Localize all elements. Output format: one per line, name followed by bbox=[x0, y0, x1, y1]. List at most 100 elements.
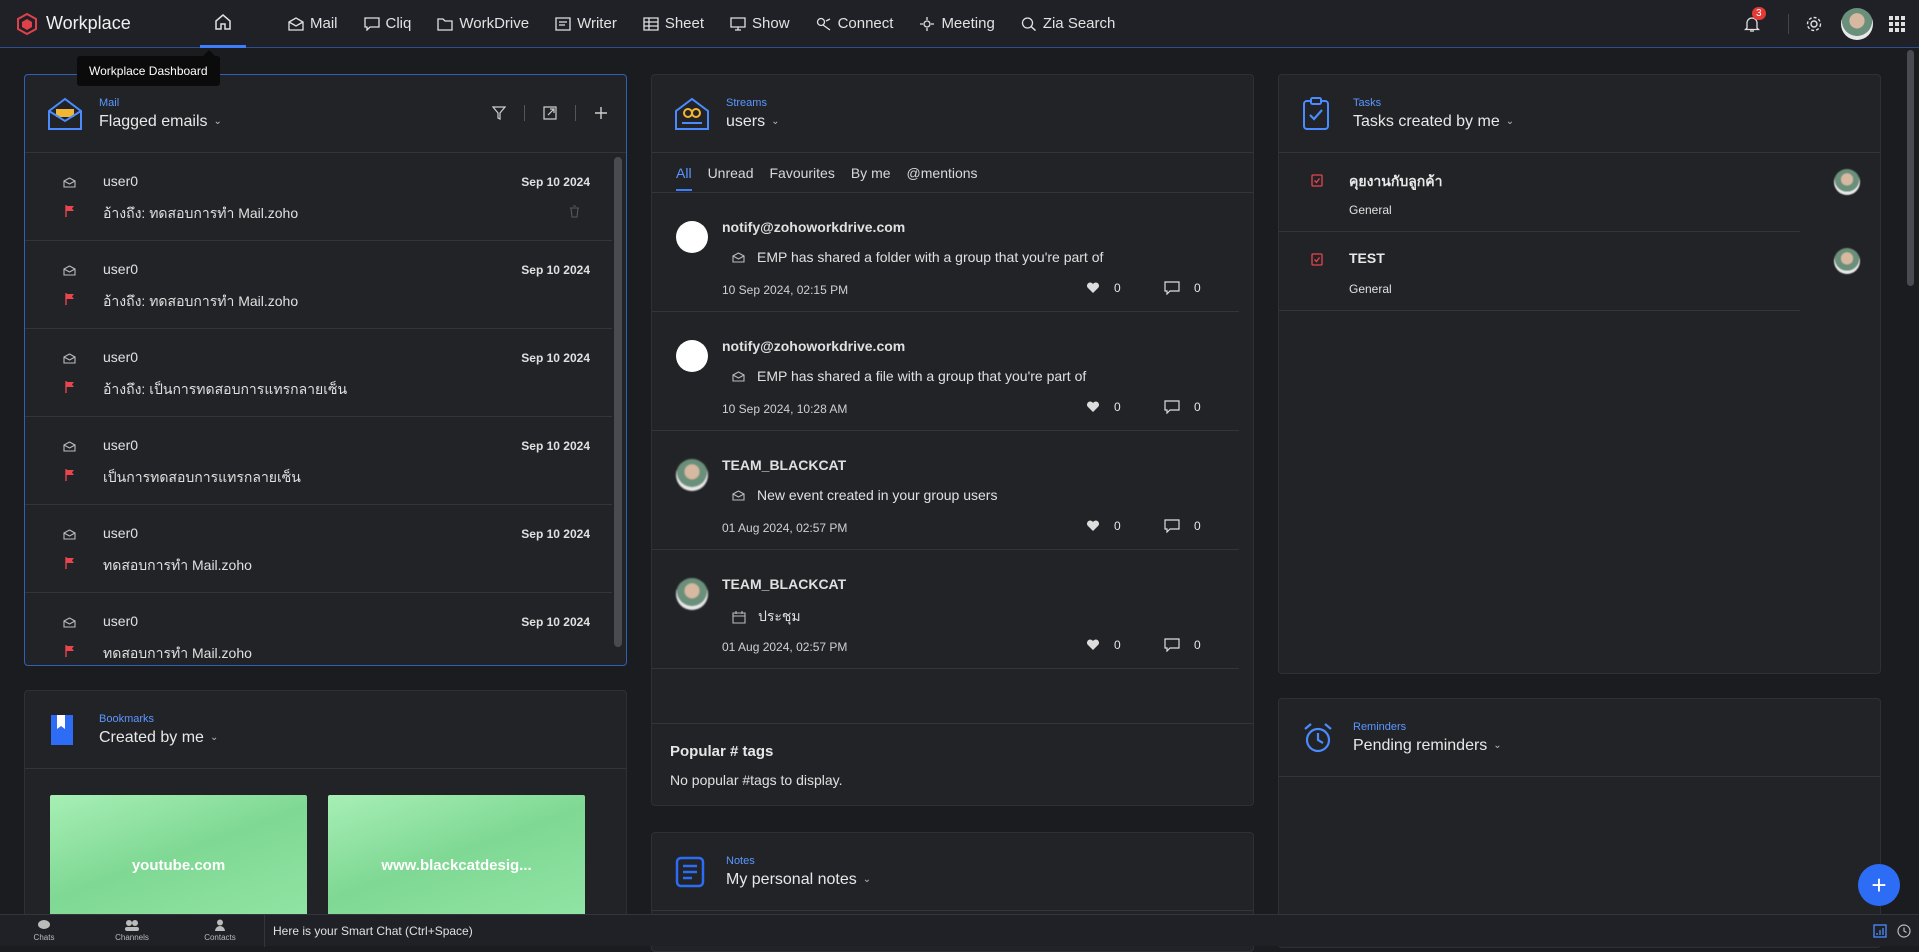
flag-icon[interactable] bbox=[65, 557, 75, 569]
app-cliq[interactable]: Cliq bbox=[363, 15, 411, 32]
comment-button[interactable]: 0 bbox=[1164, 519, 1201, 533]
bookmarks-view-selector[interactable]: Created by me ⌄ bbox=[99, 729, 218, 747]
brand[interactable]: Workplace bbox=[0, 12, 200, 35]
reminders-view-selector[interactable]: Pending reminders ⌄ bbox=[1353, 737, 1502, 755]
heart-icon bbox=[1086, 520, 1100, 532]
notifications-button[interactable]: 3 bbox=[1732, 6, 1772, 33]
comment-button[interactable]: 0 bbox=[1164, 400, 1201, 414]
open-external-icon[interactable] bbox=[543, 106, 557, 120]
dashboard-icon[interactable] bbox=[1873, 923, 1887, 938]
flag-icon[interactable] bbox=[65, 645, 75, 657]
tab-all[interactable]: All bbox=[676, 165, 692, 191]
envelope-icon bbox=[63, 617, 76, 628]
app-workdrive[interactable]: WorkDrive bbox=[437, 15, 529, 32]
filter-icon[interactable] bbox=[492, 106, 506, 120]
channels-button[interactable]: Channels bbox=[88, 919, 176, 942]
like-button[interactable]: 0 bbox=[1086, 519, 1121, 533]
gear-icon[interactable] bbox=[1805, 15, 1823, 33]
divider bbox=[1788, 13, 1789, 34]
post-text: EMP has shared a folder with a group tha… bbox=[757, 249, 1104, 265]
post-author[interactable]: notify@zohoworkdrive.com bbox=[722, 219, 905, 235]
flag-icon[interactable] bbox=[65, 381, 75, 393]
task-list: คุยงานกับลูกค้า General TEST General bbox=[1279, 153, 1880, 311]
app-connect[interactable]: Connect bbox=[816, 15, 894, 32]
mail-view-selector[interactable]: Flagged emails ⌄ bbox=[99, 113, 222, 131]
show-icon bbox=[730, 16, 746, 31]
flag-icon[interactable] bbox=[65, 469, 75, 481]
comment-count: 0 bbox=[1194, 519, 1201, 533]
tab-mentions[interactable]: @mentions bbox=[907, 165, 978, 181]
tab-by-me[interactable]: By me bbox=[851, 165, 891, 181]
app-show[interactable]: Show bbox=[730, 15, 790, 32]
clock-icon[interactable] bbox=[1897, 923, 1911, 938]
list-item[interactable]: user0 เป็นการทดสอบการแทรกลายเซ็น Sep 10 … bbox=[25, 417, 612, 505]
scrollbar-thumb[interactable] bbox=[614, 157, 622, 647]
notes-widget-header: Notes My personal notes ⌄ bbox=[652, 833, 1253, 911]
tab-favourites[interactable]: Favourites bbox=[769, 165, 834, 181]
app-grid-icon[interactable] bbox=[1889, 15, 1905, 32]
flag-icon[interactable] bbox=[65, 293, 75, 305]
task-checkbox-icon[interactable] bbox=[1311, 252, 1323, 266]
user-avatar[interactable] bbox=[1841, 7, 1873, 40]
app-writer[interactable]: Writer bbox=[555, 15, 617, 32]
mail-sender: user0 bbox=[103, 613, 139, 629]
page-scrollbar[interactable] bbox=[1907, 50, 1914, 286]
tab-unread[interactable]: Unread bbox=[708, 165, 754, 181]
mail-scrollbar[interactable] bbox=[614, 157, 622, 665]
stream-post[interactable]: notify@zohoworkdrive.com EMP has shared … bbox=[652, 193, 1239, 312]
task-category: General bbox=[1349, 282, 1392, 296]
chevron-down-icon: ⌄ bbox=[1505, 116, 1515, 127]
mail-subject: เป็นการทดสอบการแทรกลายเซ็น bbox=[103, 469, 301, 485]
post-author[interactable]: TEAM_BLACKCAT bbox=[722, 457, 846, 473]
post-author[interactable]: notify@zohoworkdrive.com bbox=[722, 338, 905, 354]
like-button[interactable]: 0 bbox=[1086, 400, 1121, 414]
bottom-label: Contacts bbox=[204, 933, 236, 942]
streams-group-selector[interactable]: users ⌄ bbox=[726, 113, 780, 131]
bookmark-tile[interactable]: www.blackcatdesig... bbox=[328, 795, 585, 929]
bottom-label: Channels bbox=[115, 933, 149, 942]
task-item[interactable]: TEST General bbox=[1279, 232, 1860, 311]
mail-date: Sep 10 2024 bbox=[521, 439, 590, 453]
post-author[interactable]: TEAM_BLACKCAT bbox=[722, 576, 846, 592]
app-label: Connect bbox=[837, 15, 894, 32]
smart-chat-input[interactable]: Here is your Smart Chat (Ctrl+Space) bbox=[264, 914, 473, 947]
mail-sender: user0 bbox=[103, 261, 139, 277]
like-count: 0 bbox=[1114, 281, 1121, 295]
task-item[interactable]: คุยงานกับลูกค้า General bbox=[1279, 153, 1860, 232]
list-item[interactable]: user0 อ้างถึง: ทดสอบการทำ Mail.zoho Sep … bbox=[25, 241, 612, 329]
stream-post[interactable]: TEAM_BLACKCAT New event created in your … bbox=[652, 431, 1239, 550]
task-checkbox-icon[interactable] bbox=[1311, 173, 1323, 187]
reminders-widget: Reminders Pending reminders ⌄ bbox=[1278, 698, 1881, 948]
home-icon bbox=[214, 13, 232, 31]
bookmark-tile[interactable]: youtube.com bbox=[50, 795, 307, 929]
list-item[interactable]: user0 ทดสอบการทำ Mail.zoho Sep 10 2024 bbox=[25, 505, 612, 593]
tasks-view-selector[interactable]: Tasks created by me ⌄ bbox=[1353, 113, 1514, 131]
app-zia-search[interactable]: Zia Search bbox=[1021, 15, 1116, 32]
search-icon bbox=[1021, 16, 1037, 31]
stream-post[interactable]: notify@zohoworkdrive.com EMP has shared … bbox=[652, 312, 1239, 431]
list-item[interactable]: user0 อ้างถึง: เป็นการทดสอบการแทรกลายเซ็… bbox=[25, 329, 612, 417]
home-tab[interactable] bbox=[200, 0, 246, 48]
divider bbox=[575, 105, 576, 121]
mail-sender: user0 bbox=[103, 173, 139, 189]
app-mail[interactable]: Mail bbox=[288, 15, 338, 32]
list-item[interactable]: user0 อ้างถึง: ทดสอบการทำ Mail.zoho Sep … bbox=[25, 153, 612, 241]
contacts-button[interactable]: Contacts bbox=[176, 919, 264, 942]
add-icon[interactable] bbox=[594, 106, 608, 120]
like-button[interactable]: 0 bbox=[1086, 638, 1121, 652]
post-time: 10 Sep 2024, 10:28 AM bbox=[722, 402, 848, 416]
comment-button[interactable]: 0 bbox=[1164, 638, 1201, 652]
trash-icon[interactable] bbox=[569, 205, 580, 218]
app-meeting[interactable]: Meeting bbox=[919, 15, 995, 32]
chats-button[interactable]: Chats bbox=[0, 919, 88, 942]
add-button[interactable]: + bbox=[1858, 864, 1900, 906]
app-label: Zia Search bbox=[1042, 15, 1116, 32]
like-button[interactable]: 0 bbox=[1086, 281, 1121, 295]
comment-button[interactable]: 0 bbox=[1164, 281, 1201, 295]
stream-post[interactable]: TEAM_BLACKCAT ประชุม 01 Aug 2024, 02:57 … bbox=[652, 550, 1239, 669]
list-item[interactable]: user0 ทดสอบการทำ Mail.zoho Sep 10 2024 bbox=[25, 593, 612, 665]
app-sheet[interactable]: Sheet bbox=[643, 15, 704, 32]
notes-view-selector[interactable]: My personal notes ⌄ bbox=[726, 871, 871, 889]
mail-list: user0 อ้างถึง: ทดสอบการทำ Mail.zoho Sep … bbox=[25, 153, 626, 665]
flag-icon[interactable] bbox=[65, 205, 75, 217]
